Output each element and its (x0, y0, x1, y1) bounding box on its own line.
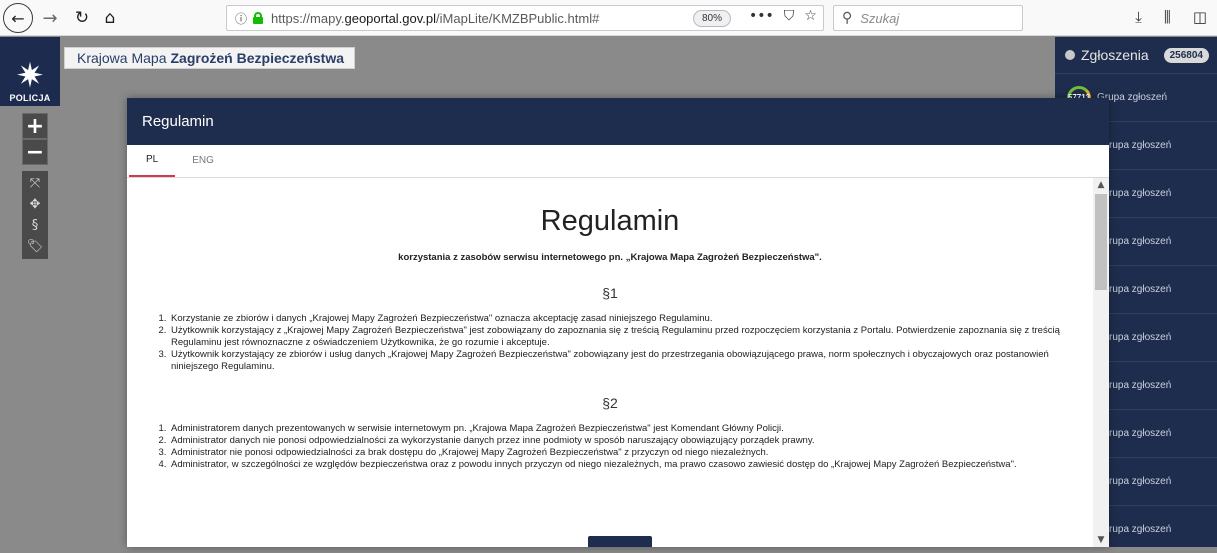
back-icon[interactable]: ← (3, 3, 33, 33)
section-list: Administratorem danych prezentowanych w … (169, 423, 1075, 471)
list-item: Administrator nie ponosi odpowiedzialnoś… (169, 447, 1075, 459)
accept-button[interactable] (588, 536, 652, 547)
list-item: Użytkownik korzystający ze zbiorów i usł… (169, 349, 1075, 373)
section-heading: §1 (602, 285, 618, 301)
download-icon[interactable]: ⤓ (1135, 8, 1142, 26)
home-icon[interactable]: ⌂ (98, 4, 122, 32)
tags-icon[interactable]: 🏷 (22, 236, 48, 257)
scrollbar-thumb[interactable] (1095, 194, 1107, 290)
collapse-icon[interactable] (1065, 50, 1075, 60)
search-input[interactable]: ⚲ Szukaj (833, 5, 1023, 31)
sidebar-icon[interactable]: ◫ (1193, 8, 1207, 26)
scroll-down-icon[interactable]: ▼ (1093, 533, 1109, 547)
zoom-in-button[interactable]: + (22, 113, 48, 139)
more-icon[interactable]: ••• (749, 8, 774, 24)
section-list: Korzystanie ze zbiorów i danych „Krajowe… (169, 313, 1075, 373)
full-extent-icon[interactable]: ⤧ (22, 173, 48, 194)
lock-icon[interactable] (253, 12, 264, 24)
document-subtitle: korzystania z zasobów serwisu internetow… (398, 252, 822, 263)
bookmark-star-icon[interactable]: ☆ (804, 8, 817, 24)
tab-pl[interactable]: PL (129, 144, 176, 177)
police-logo: ✷ POLICJA (0, 37, 60, 106)
info-icon[interactable]: ⓘ (235, 10, 247, 27)
scroll-up-icon[interactable]: ▲ (1093, 178, 1109, 192)
list-item: Administratorem danych prezentowanych w … (169, 423, 1075, 435)
tab-eng[interactable]: ENG (175, 144, 231, 177)
regulations-content[interactable]: Regulamin korzystania z zasobów serwisu … (127, 178, 1093, 547)
modal-scrollbar[interactable]: ▲ ▼ (1093, 178, 1109, 547)
modal-header: Regulamin (127, 98, 1109, 145)
document-title: Regulamin (540, 205, 680, 237)
list-item: Administrator danych nie ponosi odpowied… (169, 435, 1075, 447)
section-heading: §2 (602, 395, 618, 411)
map-tool-panel: ⤧ ✥ § 🏷 (22, 171, 48, 259)
police-star-icon: ✷ (15, 56, 45, 96)
reports-header[interactable]: Zgłoszenia 256804 (1055, 37, 1217, 73)
modal-title: Regulamin (142, 113, 214, 130)
address-bar[interactable]: ⓘ https://mapy.geoportal.gov.pl/iMapLite… (226, 5, 824, 31)
forward-icon[interactable]: → (38, 4, 62, 32)
map-page[interactable]: ✷ POLICJA Krajowa Mapa Zagrożeń Bezpiecz… (0, 37, 1217, 547)
zoom-out-button[interactable]: − (22, 139, 48, 165)
search-placeholder: Szukaj (860, 10, 900, 26)
reports-count-badge: 256804 (1163, 47, 1209, 63)
app-title: Krajowa Mapa Zagrożeń Bezpieczeństwa (64, 47, 355, 69)
list-item: Administrator, w szczególności ze względ… (169, 459, 1075, 471)
reload-icon[interactable]: ↻ (70, 4, 94, 32)
regulations-icon[interactable]: § (22, 215, 48, 236)
url-text[interactable]: https://mapy.geoportal.gov.pl/iMapLite/K… (271, 11, 599, 26)
search-icon: ⚲ (842, 10, 853, 26)
browser-toolbar: ← → ↻ ⌂ ⓘ https://mapy.geoportal.gov.pl/… (0, 0, 1217, 36)
pocket-icon[interactable]: ⛉ (784, 8, 795, 24)
library-icon[interactable]: ⫼ (1164, 8, 1171, 26)
list-item: Korzystanie ze zbiorów i danych „Krajowe… (169, 313, 1075, 325)
list-item: Użytkownik korzystający z „Krajowej Mapy… (169, 325, 1075, 349)
language-tabs: PL ENG (127, 145, 1109, 178)
zoom-controls: + − (22, 113, 48, 165)
regulations-modal: Regulamin PL ENG Regulamin korzystania z… (127, 98, 1109, 547)
zoom-level-badge[interactable]: 80% (693, 10, 731, 27)
pan-icon[interactable]: ✥ (22, 194, 48, 215)
